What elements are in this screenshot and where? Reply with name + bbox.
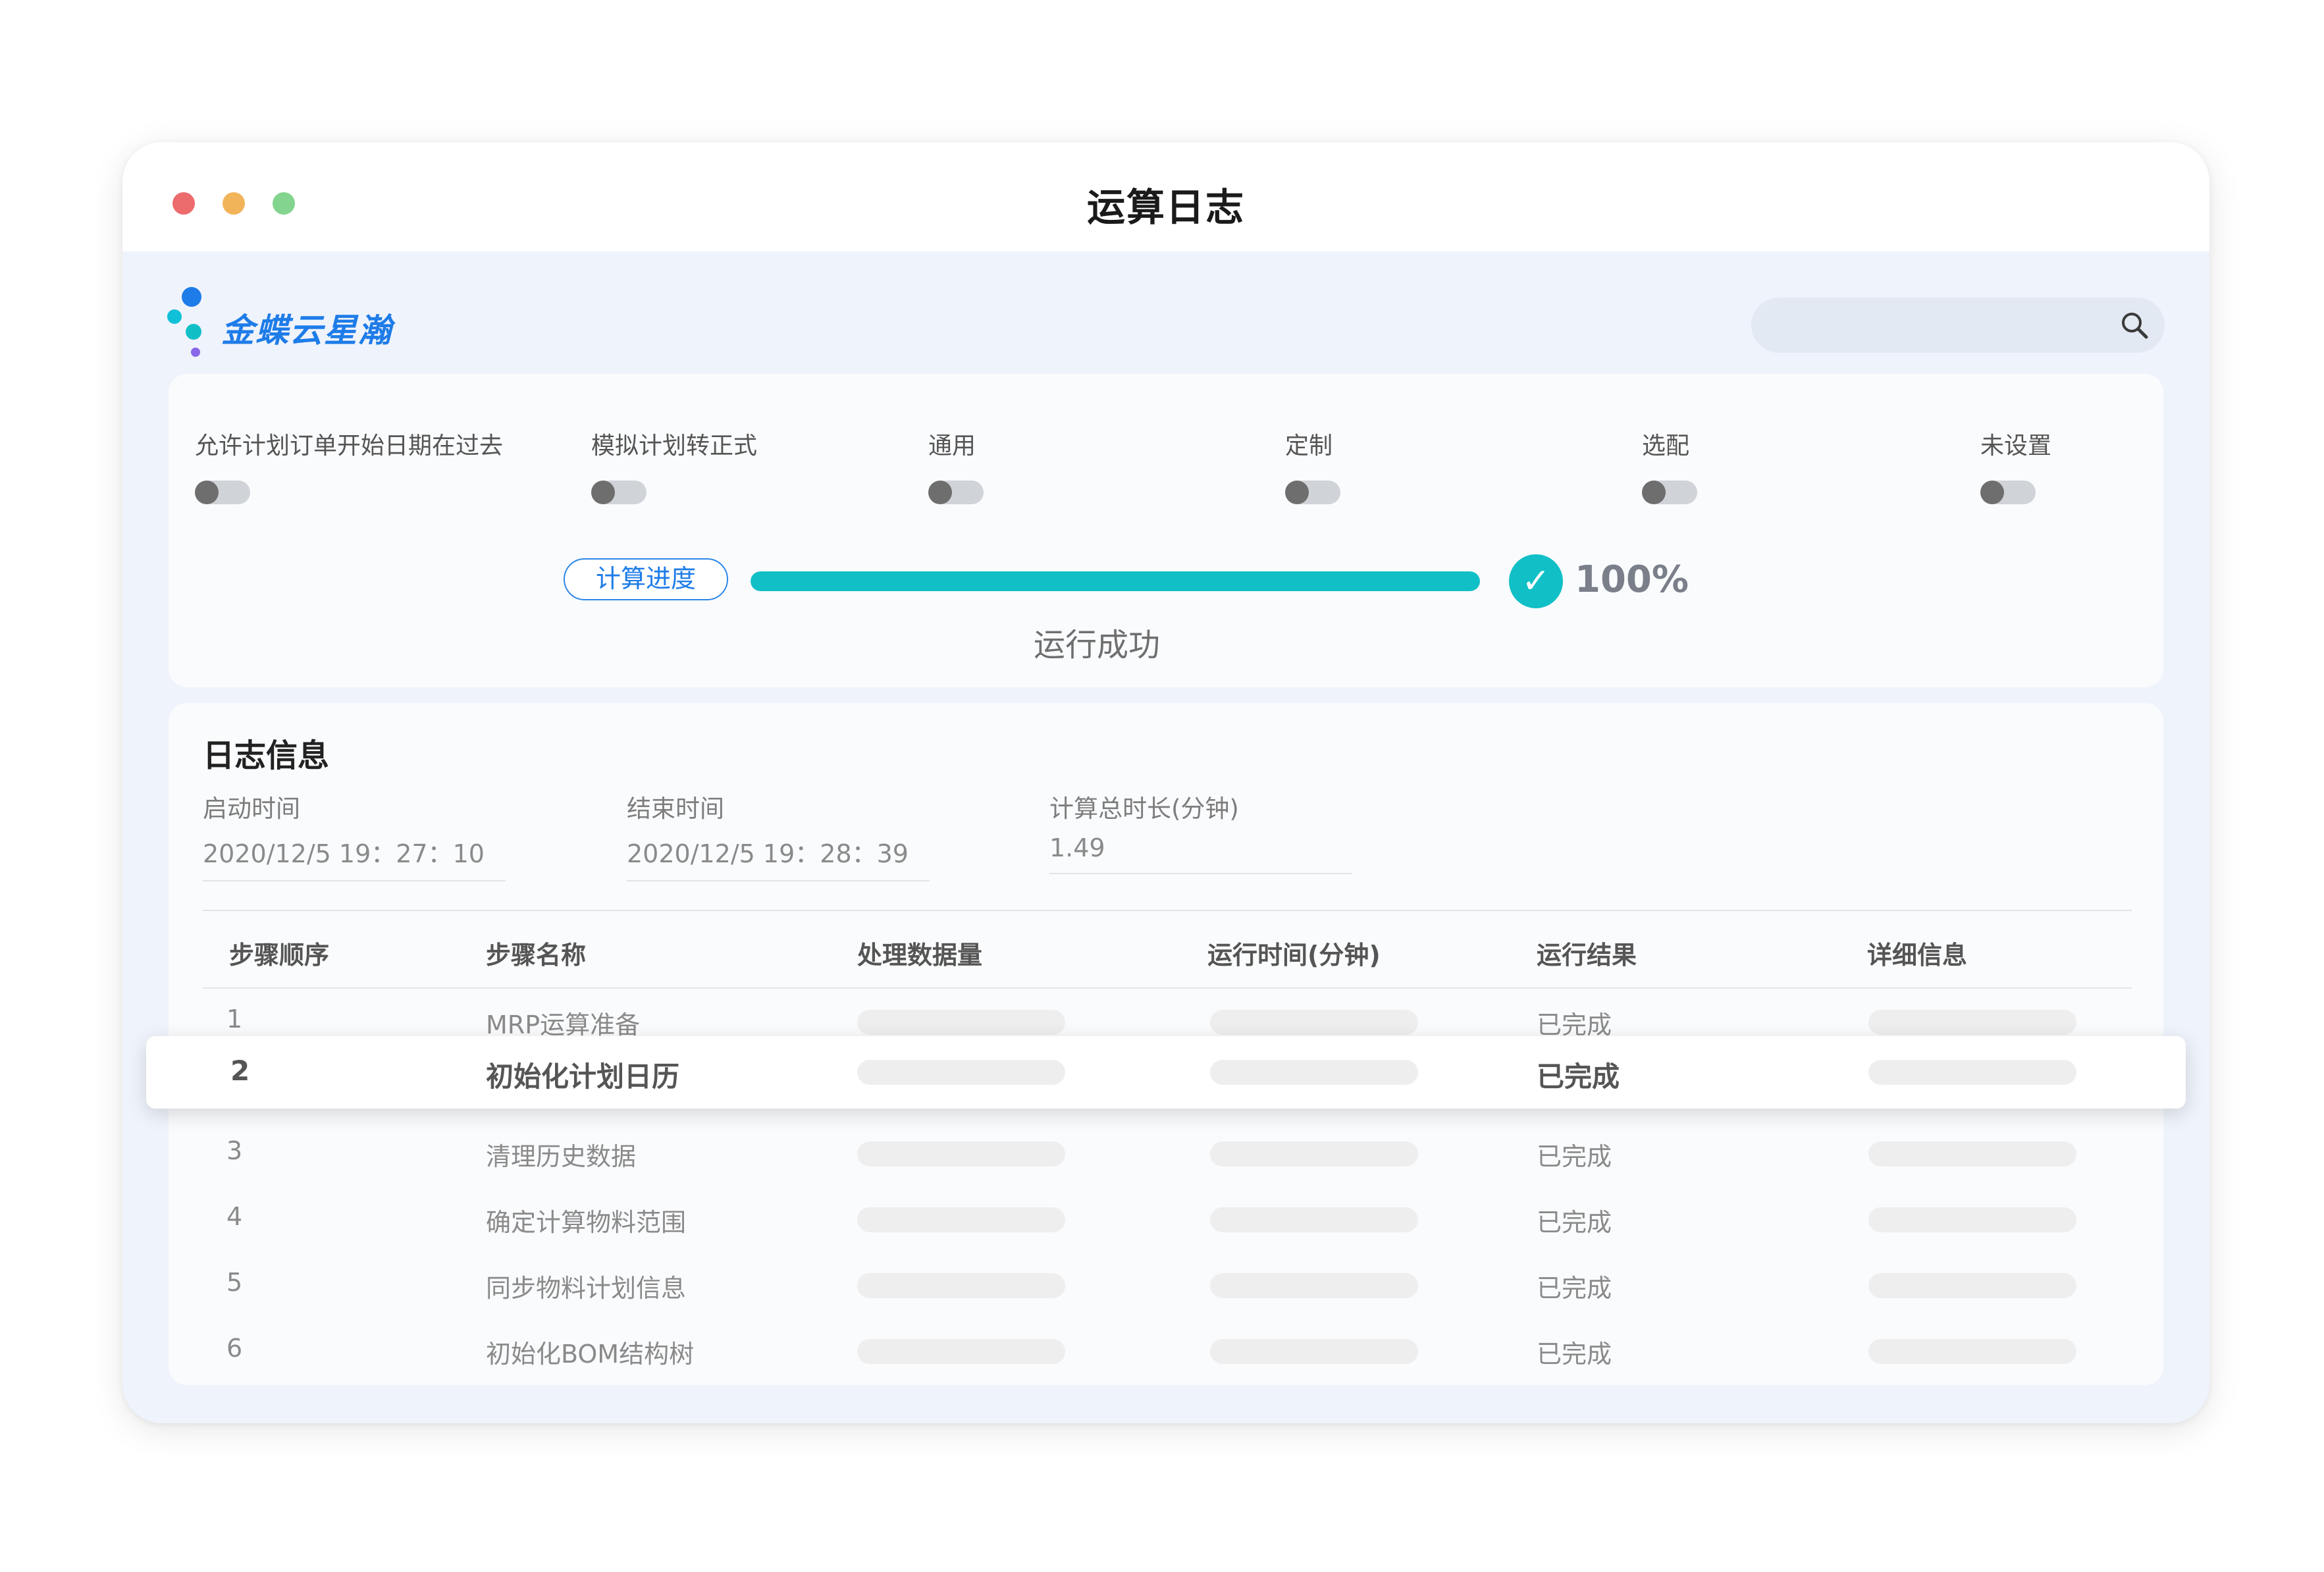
cell-order: 2	[230, 1055, 250, 1087]
option-label: 未设置	[1980, 432, 2052, 459]
option-simulate-to-formal: 模拟计划转正式	[591, 427, 757, 504]
logo-dot-cyan	[167, 309, 182, 324]
settings-panel: 允许计划订单开始日期在过去 模拟计划转正式 通用 定制 选配 未设置 计算进度 …	[169, 374, 2163, 687]
check-icon: ✓	[1509, 554, 1563, 608]
logo-dot-purple	[191, 348, 200, 357]
cell-run-time-placeholder	[1210, 1273, 1418, 1298]
option-label: 模拟计划转正式	[591, 432, 758, 459]
cell-details-placeholder	[1868, 1141, 2076, 1166]
toggle-switch[interactable]	[1642, 481, 1697, 504]
cell-name: 同步物料计划信息	[486, 1274, 687, 1303]
duration-field: 计算总时长(分钟) 1.49	[1049, 789, 1352, 874]
cell-data-volume-placeholder	[857, 1273, 1065, 1298]
cell-order: 4	[226, 1202, 243, 1231]
progress-bar-fill	[751, 571, 1480, 591]
cell-run-time-placeholder	[1210, 1207, 1418, 1232]
table-row[interactable]: 6 初始化BOM结构树 已完成	[203, 1317, 2132, 1382]
option-label: 选配	[1642, 432, 1690, 459]
search-icon[interactable]	[2119, 309, 2150, 341]
option-unset: 未设置	[1980, 427, 2051, 504]
cell-name: 确定计算物料范围	[486, 1208, 687, 1237]
column-header-step-name[interactable]: 步骤名称	[486, 935, 586, 971]
option-label: 通用	[928, 432, 976, 459]
progress-label-badge: 计算进度	[564, 558, 728, 600]
brand-logo: 金蝶云星瀚	[167, 287, 444, 366]
end-time-field: 结束时间 2020/12/5 19：28：39	[627, 789, 930, 881]
cell-name: MRP运算准备	[486, 1010, 641, 1039]
brand-name: 金蝶云星瀚	[221, 311, 392, 350]
table-row-highlighted[interactable]: 2 初始化计划日历 已完成	[146, 1036, 2186, 1109]
cell-order: 1	[226, 1005, 243, 1034]
cell-order: 6	[226, 1334, 243, 1363]
search-input[interactable]	[1751, 298, 2165, 353]
table-row[interactable]: 5 同步物料计划信息 已完成	[203, 1251, 2132, 1317]
cell-result: 已完成	[1537, 1061, 1620, 1093]
progress-status: 运行成功	[1034, 627, 1161, 664]
option-general: 通用	[928, 427, 984, 504]
cell-result: 已完成	[1537, 1010, 1612, 1039]
start-time-label: 启动时间	[203, 795, 300, 823]
cell-details-placeholder	[1868, 1207, 2076, 1232]
cell-order: 3	[226, 1136, 243, 1165]
toggle-switch[interactable]	[1285, 481, 1340, 504]
cell-data-volume-placeholder	[857, 1339, 1065, 1364]
cell-name: 初始化BOM结构树	[486, 1340, 695, 1369]
cell-run-time-placeholder	[1210, 1060, 1418, 1085]
progress-bar	[751, 571, 1480, 591]
option-allow-past-start: 允许计划订单开始日期在过去	[195, 427, 503, 504]
end-time-value: 2020/12/5 19：28：39	[627, 833, 930, 881]
cell-name: 初始化计划日历	[486, 1061, 680, 1093]
duration-label: 计算总时长(分钟)	[1049, 795, 1239, 823]
column-header-result[interactable]: 运行结果	[1537, 935, 1637, 971]
cell-result: 已完成	[1537, 1142, 1612, 1171]
column-header-details[interactable]: 详细信息	[1867, 935, 1967, 971]
table-row[interactable]: 3 清理历史数据 已完成	[203, 1119, 2132, 1185]
cell-details-placeholder	[1868, 1273, 2076, 1298]
window-title: 运算日志	[1086, 185, 1245, 230]
section-title: 日志信息	[203, 737, 330, 774]
cell-order: 5	[226, 1268, 243, 1297]
option-configure: 选配	[1642, 427, 1697, 504]
start-time-field: 启动时间 2020/12/5 19：27：10	[203, 789, 506, 881]
app-window: 运算日志 金蝶云星瀚 允许计划订单开始日期在过去 模拟计划转正式 通用 定制 选…	[122, 142, 2209, 1423]
toggle-switch[interactable]	[1980, 481, 2036, 504]
cell-details-placeholder	[1868, 1060, 2076, 1085]
logo-dot-teal	[186, 324, 201, 340]
cell-run-time-placeholder	[1210, 1010, 1418, 1035]
toggle-switch[interactable]	[928, 481, 984, 504]
table-header: 步骤顺序 步骤名称 处理数据量 运行时间(分钟) 运行结果 详细信息	[203, 911, 2132, 989]
cell-name: 清理历史数据	[486, 1142, 637, 1171]
cell-details-placeholder	[1868, 1339, 2076, 1364]
cell-run-time-placeholder	[1210, 1339, 1418, 1364]
cell-details-placeholder	[1868, 1010, 2076, 1035]
progress-percent: 100%	[1575, 558, 1689, 601]
toggle-switch[interactable]	[195, 481, 250, 504]
title-bar: 运算日志	[122, 142, 2209, 251]
option-label: 允许计划订单开始日期在过去	[195, 432, 504, 459]
cell-result: 已完成	[1537, 1274, 1612, 1303]
end-time-label: 结束时间	[627, 795, 724, 823]
column-header-data-volume[interactable]: 处理数据量	[857, 935, 982, 971]
cell-result: 已完成	[1537, 1208, 1612, 1237]
option-label: 定制	[1285, 432, 1333, 459]
table-row[interactable]: 4 确定计算物料范围 已完成	[203, 1185, 2132, 1251]
column-header-step-order[interactable]: 步骤顺序	[229, 935, 329, 971]
duration-value: 1.49	[1049, 833, 1352, 874]
cell-data-volume-placeholder	[857, 1141, 1065, 1166]
cell-run-time-placeholder	[1210, 1141, 1418, 1166]
cell-data-volume-placeholder	[857, 1010, 1065, 1035]
column-header-run-time[interactable]: 运行时间(分钟)	[1207, 935, 1381, 971]
cell-data-volume-placeholder	[857, 1207, 1065, 1232]
logo-dot-blue	[182, 287, 201, 307]
start-time-value: 2020/12/5 19：27：10	[203, 833, 506, 881]
toggle-switch[interactable]	[591, 481, 647, 504]
cell-result: 已完成	[1537, 1340, 1612, 1369]
cell-data-volume-placeholder	[857, 1060, 1065, 1085]
option-custom: 定制	[1285, 427, 1340, 504]
